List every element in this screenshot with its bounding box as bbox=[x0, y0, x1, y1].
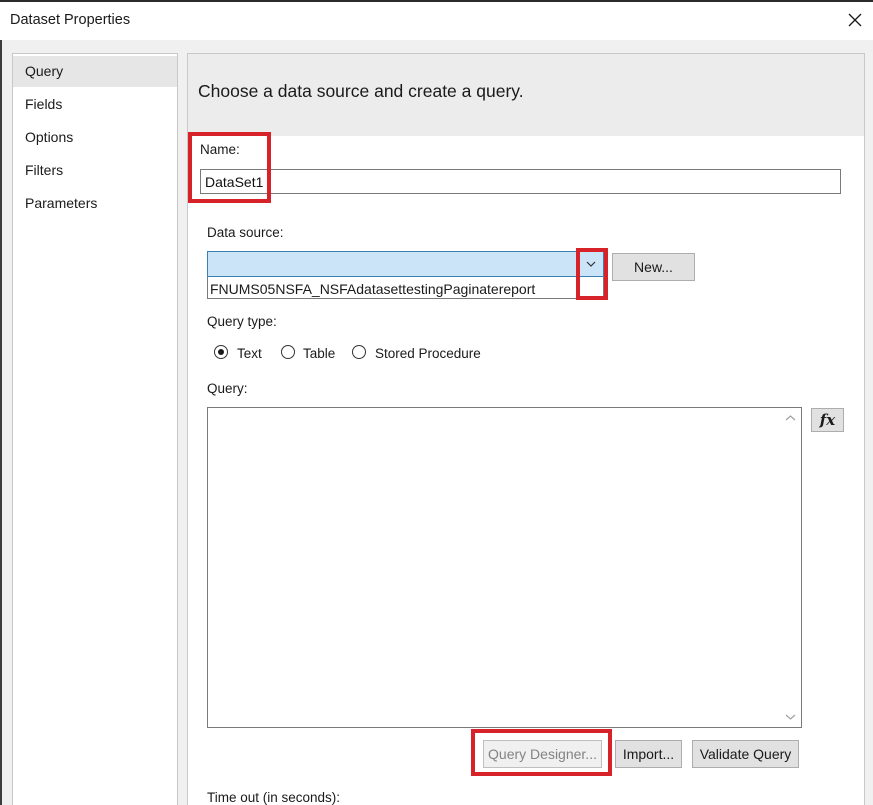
query-scrollbar[interactable] bbox=[780, 408, 801, 727]
highlight-box-dropdown bbox=[576, 248, 608, 300]
query-label: Query: bbox=[207, 381, 248, 396]
validate-query-button[interactable]: Validate Query bbox=[692, 740, 799, 768]
window-left-edge bbox=[0, 40, 2, 805]
sidebar-item-filters[interactable]: Filters bbox=[13, 155, 177, 186]
scroll-up-button[interactable] bbox=[780, 410, 801, 427]
close-icon bbox=[848, 13, 862, 27]
query-type-text-label: Text bbox=[237, 346, 262, 361]
sidebar-item-query[interactable]: Query bbox=[13, 56, 177, 87]
query-type-table-label: Table bbox=[303, 346, 336, 361]
query-type-text-radio[interactable] bbox=[214, 345, 228, 359]
window-title: Dataset Properties bbox=[10, 12, 131, 28]
sidebar-nav: Query Fields Options Filters Parameters bbox=[12, 53, 178, 805]
close-button[interactable] bbox=[843, 8, 867, 32]
page-title: Choose a data source and create a query. bbox=[198, 81, 524, 101]
query-textarea[interactable] bbox=[207, 407, 802, 728]
highlight-box-name bbox=[188, 132, 271, 203]
timeout-label: Time out (in seconds): bbox=[207, 790, 341, 805]
sidebar-item-options[interactable]: Options bbox=[13, 122, 177, 153]
scroll-down-button[interactable] bbox=[780, 708, 801, 725]
chevron-up-icon bbox=[785, 415, 796, 421]
query-type-label: Query type: bbox=[207, 314, 277, 329]
new-datasource-button[interactable]: New... bbox=[612, 253, 695, 281]
chevron-down-icon bbox=[785, 714, 796, 720]
datasource-label: Data source: bbox=[207, 225, 284, 240]
datasource-option[interactable]: FNUMS05NSFA_NSFAdatasettestingPaginatere… bbox=[210, 281, 535, 297]
datasource-combobox[interactable] bbox=[207, 251, 604, 277]
name-input[interactable] bbox=[200, 169, 841, 194]
highlight-box-query-designer bbox=[471, 729, 612, 776]
sidebar-item-fields[interactable]: Fields bbox=[13, 89, 177, 120]
expression-fx-button[interactable]: fx bbox=[811, 408, 844, 432]
title-bar bbox=[0, 2, 873, 40]
sidebar-item-parameters[interactable]: Parameters bbox=[13, 188, 177, 219]
query-type-stored-procedure-label: Stored Procedure bbox=[375, 346, 481, 361]
fx-icon: fx bbox=[819, 411, 836, 429]
import-button[interactable]: Import... bbox=[615, 740, 682, 768]
query-type-table-radio[interactable] bbox=[281, 345, 295, 359]
query-type-stored-procedure-radio[interactable] bbox=[352, 345, 366, 359]
